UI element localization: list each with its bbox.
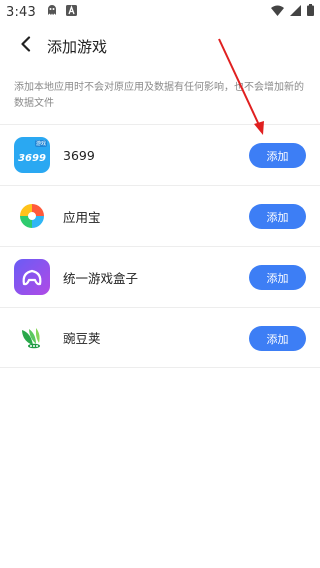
app-3699-icon-badge: 游戏 [34,140,47,147]
list-item: 应用宝 添加 [0,185,320,246]
battery-icon [307,4,314,20]
app-3699-icon-text: 3699 [18,152,46,164]
app-header: 添加游戏 [0,24,320,68]
page-title: 添加游戏 [47,37,108,56]
game-list: 游戏 3699 3699 添加 应用宝 添加 统一游戏盒子 添加 豌豆荚 添加 [0,124,320,368]
wandoujia-icon [14,320,50,356]
game-name: 应用宝 [63,209,101,225]
list-item: 游戏 3699 3699 添加 [0,124,320,185]
add-button[interactable]: 添加 [249,265,306,290]
notice-text: 添加本地应用时不会对原应用及数据有任何影响，也不会增加新的数据文件 [14,82,304,109]
list-item: 豌豆荚 添加 [0,307,320,368]
yingyongbao-icon [14,198,50,234]
list-item: 统一游戏盒子 添加 [0,246,320,307]
status-time: 3:43 [6,4,36,20]
wifi-icon [271,5,284,20]
game-name: 豌豆荚 [63,331,101,346]
add-button[interactable]: 添加 [249,326,306,351]
add-button[interactable]: 添加 [249,204,306,229]
app-3699-icon: 游戏 3699 [14,137,50,173]
game-name: 统一游戏盒子 [63,270,139,286]
back-button[interactable] [8,28,44,64]
game-box-icon [14,259,50,295]
signal-icon [290,4,301,20]
ghost-icon [46,4,58,20]
status-bar: 3:43 [0,0,320,24]
chevron-left-icon [20,36,32,56]
a-badge-icon [66,4,77,20]
add-button[interactable]: 添加 [249,143,306,168]
game-name: 3699 [63,147,95,163]
